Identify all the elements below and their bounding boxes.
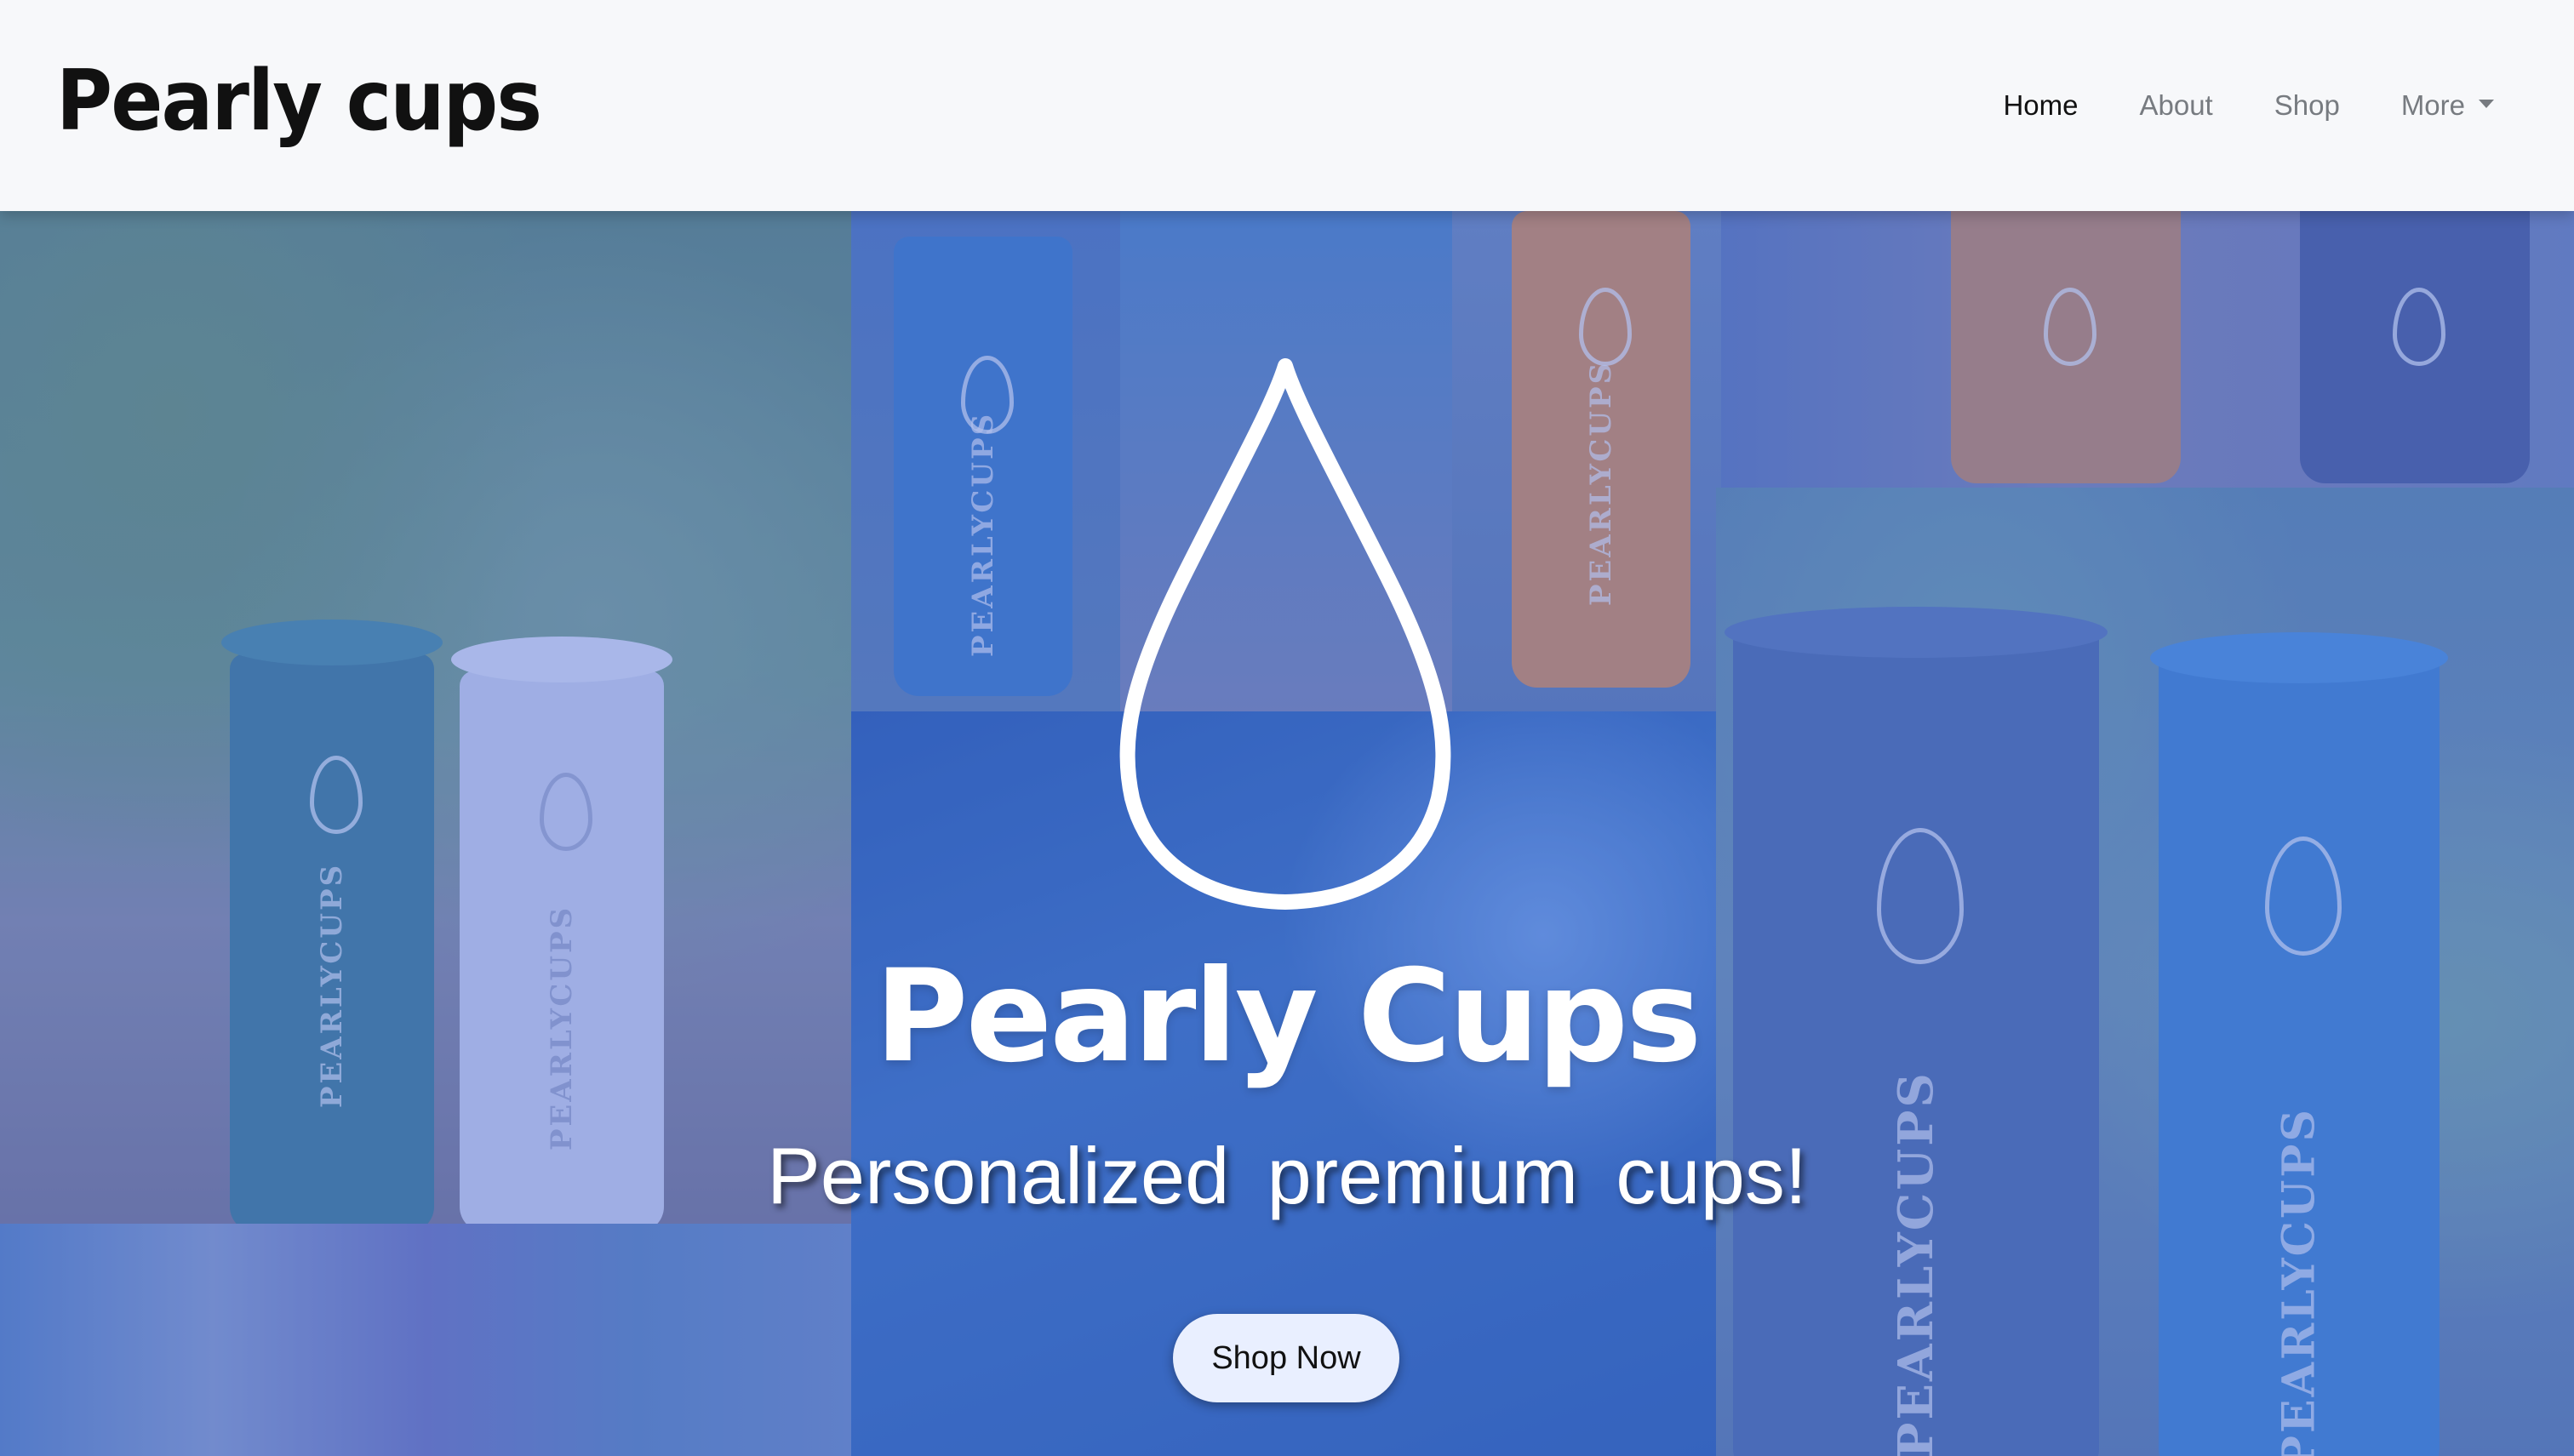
nav-home-label: Home <box>2003 89 2079 121</box>
nav-about-label: About <box>2139 89 2213 121</box>
nav-home[interactable]: Home <box>2003 89 2078 122</box>
nav-more-label: More <box>2400 89 2465 121</box>
water-drop-icon <box>1119 358 1451 910</box>
brand-logo[interactable]: Pearly cups <box>56 53 542 150</box>
nav-shop[interactable]: Shop <box>2274 89 2340 122</box>
navbar: Pearly cups Home About Shop More <box>0 0 2574 211</box>
nav-more-dropdown[interactable]: More <box>2401 89 2494 122</box>
hero-subtitle: Personalized premium cups! <box>767 1131 1807 1220</box>
caret-down-icon <box>2479 100 2494 108</box>
hero-section: PEARLYCUPS PEARLYCUPS PEARLYCUPS PEARLYC… <box>0 211 2574 1456</box>
shop-now-button[interactable]: Shop Now <box>1173 1314 1399 1402</box>
nav-shop-label: Shop <box>2274 89 2340 121</box>
nav-about[interactable]: About <box>2139 89 2212 122</box>
hero-title: Pearly Cups <box>874 943 1702 1091</box>
main-nav: Home About Shop More <box>2003 0 2574 211</box>
